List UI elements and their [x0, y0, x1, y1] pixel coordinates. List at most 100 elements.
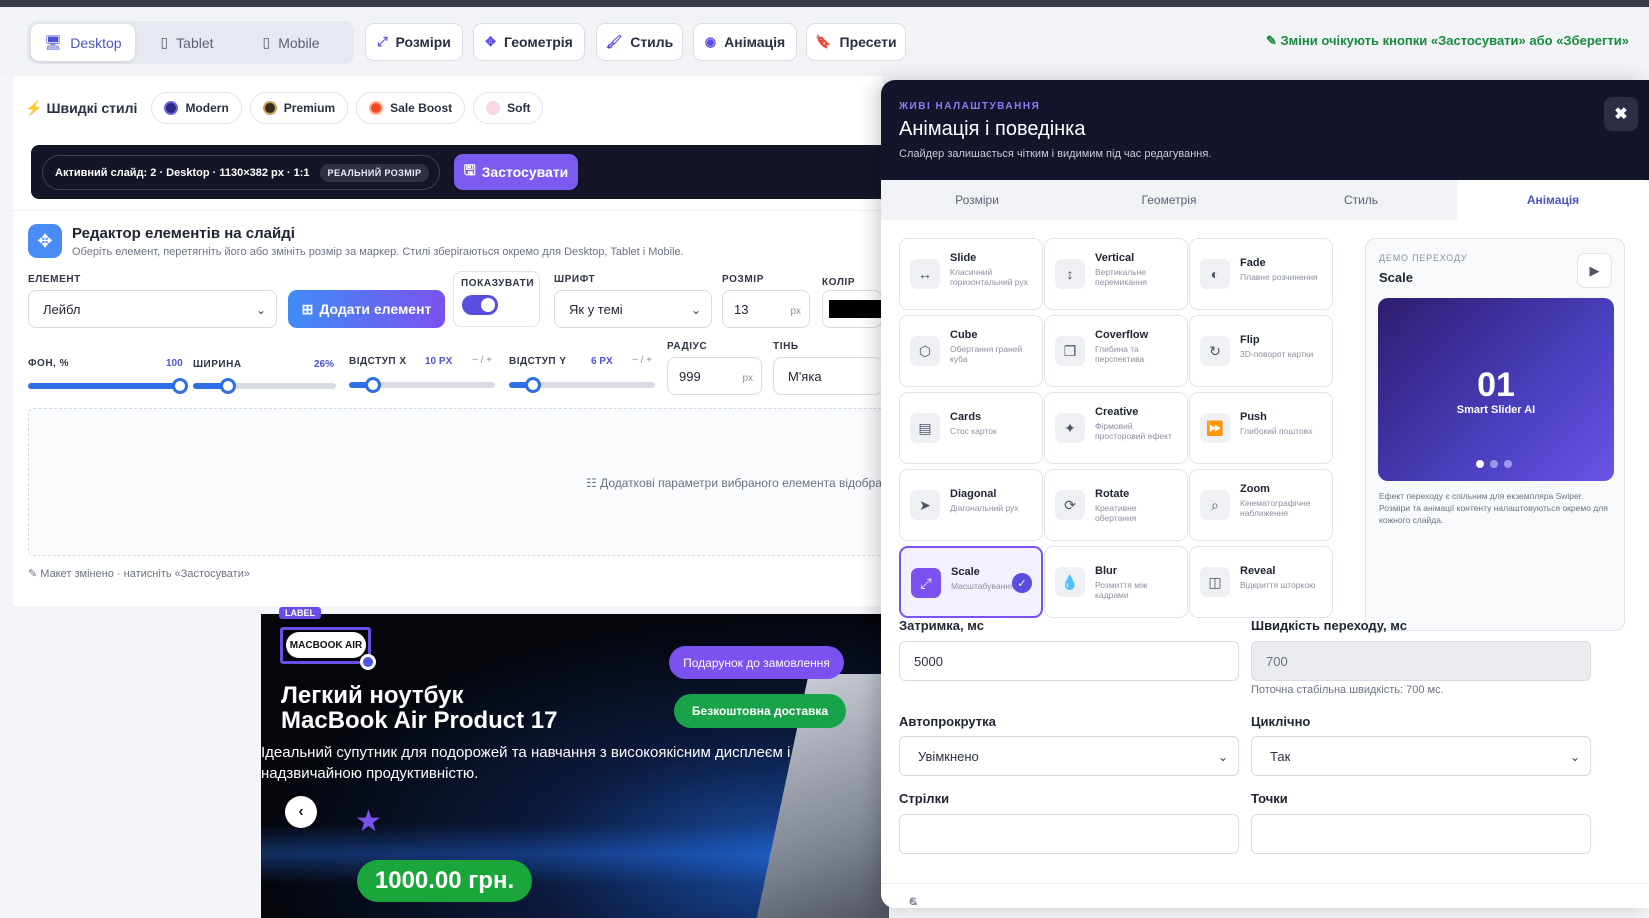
size-input[interactable]: 13 px [722, 290, 810, 328]
offset-x-slider[interactable] [349, 377, 495, 393]
offset-x-step[interactable]: − / + [472, 355, 492, 366]
device-mobile-button[interactable]: ▯ Mobile [239, 24, 343, 61]
tablet-icon: ▯ [160, 34, 169, 50]
effect-tile-creative[interactable]: ✦ Creative Фірмовий просторовий ефект [1044, 392, 1188, 464]
loop-select[interactable]: Так ⌄ [1251, 736, 1591, 776]
play-circle-icon: ◉ [704, 34, 717, 49]
save-icon: 🖫 [463, 162, 476, 178]
quick-style-modern[interactable]: Modern [151, 92, 242, 124]
effect-tile-coverflow[interactable]: ❐ Coverflow Глибина та перспектива [1044, 315, 1188, 387]
effect-description: Масштабування кадру [951, 581, 1015, 591]
speed-input[interactable]: 700 [1251, 641, 1591, 681]
pagination-dot[interactable] [1504, 460, 1512, 468]
add-element-button[interactable]: ⊞ Додати елемент [288, 290, 445, 328]
bg-slider[interactable] [28, 378, 188, 394]
offset-y-step[interactable]: − / + [632, 355, 652, 366]
close-button[interactable]: ✖ [1604, 97, 1638, 131]
dots-select[interactable] [1251, 814, 1591, 854]
delay-input[interactable]: 5000 [899, 641, 1239, 681]
pencil-icon: ✎ [1266, 33, 1281, 48]
effect-description: Розмиття між кадрами [1095, 580, 1148, 600]
color-dot [486, 101, 501, 115]
effect-tile-vertical[interactable]: ↕ Vertical Вертикальне перемикання [1044, 238, 1188, 310]
effect-tile-cards[interactable]: ▤ Cards Стос карток [899, 392, 1043, 464]
pagination-dot[interactable] [1476, 460, 1484, 468]
font-select[interactable]: Як у темі ⌄ [554, 290, 712, 328]
slide-badge[interactable]: MACBOOK AIR [286, 632, 366, 658]
quick-style-premium[interactable]: Premium [249, 92, 349, 124]
slider-knob[interactable] [172, 378, 188, 394]
color-dot [369, 101, 384, 115]
effect-tile-fade[interactable]: ◐ Fade Плавне розчинення [1189, 238, 1333, 310]
effect-tile-diagonal[interactable]: ➤ Diagonal Діагональний рух [899, 469, 1043, 541]
brush-icon: 🖌 [605, 34, 623, 49]
slide-title[interactable]: Легкий ноутбук MacBook Air Product 17 [281, 683, 558, 733]
offset-y-slider[interactable] [509, 377, 655, 393]
effect-tile-scale[interactable]: ⤢ Scale Масштабування кадру✓ [899, 546, 1043, 618]
gift-button[interactable]: Подарунок до замовлення [669, 646, 844, 679]
color-label: КОЛІР [822, 277, 856, 288]
color-picker[interactable] [822, 290, 889, 328]
demo-note: Ефект переходу є спільним для екземпляра… [1379, 491, 1608, 525]
effect-description: Фірмовий просторовий ефект [1095, 421, 1172, 441]
quick-style-soft[interactable]: Soft [473, 92, 544, 124]
panel-title: Анімація і поведінка [899, 118, 1086, 140]
quick-styles-label: ⚡ Швидкі стилі [25, 99, 138, 116]
effect-tile-reveal[interactable]: ◫ Reveal Відкриття шторкою [1189, 546, 1333, 618]
offset-y-label: ВІДСТУП Y [509, 356, 567, 367]
element-label: ЕЛЕМЕНТ [28, 274, 81, 285]
apply-button[interactable]: 🖫 Застосувати [454, 154, 578, 190]
effect-tile-slide[interactable]: ↔ Slide Класичний горизонтальний рух [899, 238, 1043, 310]
editor-subtitle: Оберіть елемент, перетягніть його або зм… [72, 246, 684, 258]
effect-name: Reveal [1240, 565, 1276, 577]
effect-tile-rotate[interactable]: ⟳ Rotate Креативне обертання [1044, 469, 1188, 541]
tab-sizes[interactable]: ⤢ Розміри [365, 23, 463, 61]
tab-animation[interactable]: ◉ Анімація [693, 23, 797, 61]
effect-name: Slide [950, 252, 977, 264]
play-button[interactable]: ▶ [1577, 253, 1612, 288]
device-desktop-button[interactable]: 🖥 Desktop [31, 24, 135, 61]
effect-tile-cube[interactable]: ⬡ Cube Обертання граней куба [899, 315, 1043, 387]
tab-presets[interactable]: 🔖 Пресети [806, 23, 906, 61]
tab-geometry[interactable]: ✥ Геометрія [473, 23, 585, 61]
quick-style-sale-boost[interactable]: Sale Boost [356, 92, 466, 124]
free-delivery-button[interactable]: Безкоштовна доставка [674, 694, 846, 728]
resize-handle[interactable] [360, 654, 376, 670]
slider-prev-button[interactable]: ‹ [285, 796, 317, 828]
arrows-select[interactable] [899, 814, 1239, 854]
effect-name: Coverflow [1095, 329, 1149, 341]
effect-description: Глибина та перспектива [1095, 344, 1145, 364]
autoplay-label: Автопрокрутка [899, 714, 996, 729]
effect-name: Blur [1095, 565, 1117, 577]
tab-geometry[interactable]: Геометрія [1073, 180, 1265, 220]
width-value: 26% [314, 359, 335, 370]
device-tablet-button[interactable]: ▯ Tablet [135, 24, 239, 61]
tab-style[interactable]: Стиль [1265, 180, 1457, 220]
resize-icon: ⤢ [377, 34, 388, 49]
shadow-select[interactable]: М'яка [773, 357, 883, 395]
panel-kicker: ЖИВІ НАЛАШТУВАННЯ [899, 101, 1041, 112]
tab-style[interactable]: 🖌 Стиль [596, 23, 683, 61]
effect-tile-push[interactable]: ⏩ Push Глибокий поштовх [1189, 392, 1333, 464]
effect-description: Класичний горизонтальний рух [950, 267, 1028, 287]
radius-input[interactable]: 999 px [667, 357, 762, 395]
tab-sizes[interactable]: Розміри [881, 180, 1073, 220]
show-toggle[interactable] [462, 295, 498, 315]
effect-tile-flip[interactable]: ↻ Flip 3D-поворот картки [1189, 315, 1333, 387]
plus-square-icon: ⊞ [301, 300, 314, 317]
tab-animation[interactable]: Анімація [1457, 180, 1649, 220]
pagination-dot[interactable] [1490, 460, 1498, 468]
price-badge[interactable]: 1000.00 грн. [357, 860, 532, 902]
chevron-down-icon: ⌄ [1217, 750, 1228, 764]
chevron-down-icon: ⌄ [1569, 750, 1580, 764]
bookmark-icon: 🔖 [815, 34, 832, 49]
element-select[interactable]: Лейбл ⌄ [28, 290, 277, 328]
chevron-down-icon: ⌄ [255, 303, 266, 317]
star-icon[interactable]: ★ [355, 807, 382, 837]
autoplay-select[interactable]: Увімкнено ⌄ [899, 736, 1239, 776]
effect-tile-blur[interactable]: 💧 Blur Розмиття між кадрами [1044, 546, 1188, 618]
effect-tile-zoom[interactable]: ⌕ Zoom Кінематографічне наближення [1189, 469, 1333, 541]
width-slider[interactable] [193, 378, 336, 394]
slide-description[interactable]: Ідеальний супутник для подорожей та навч… [261, 742, 851, 784]
effect-description: Плавне розчинення [1240, 272, 1318, 282]
